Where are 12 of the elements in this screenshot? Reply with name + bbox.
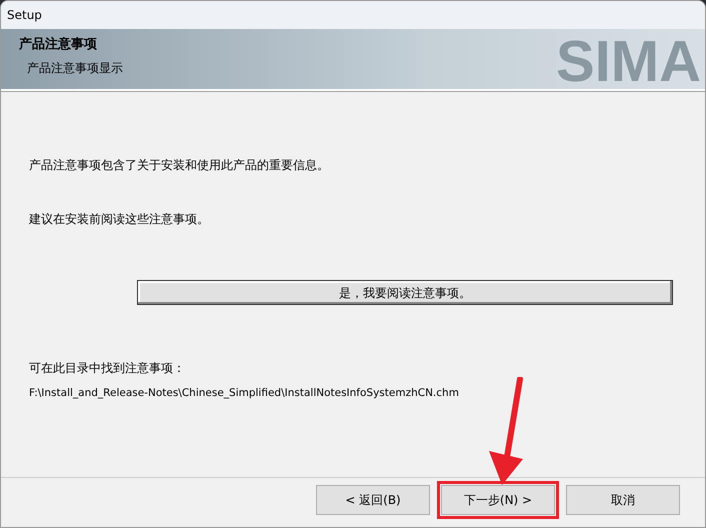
header-title: 产品注意事项	[19, 36, 98, 54]
header-subtitle: 产品注意事项显示	[27, 60, 124, 76]
window-title: Setup	[7, 7, 42, 24]
dialog-button[interactable]: < 返回(B)	[316, 484, 430, 514]
dialog-button[interactable]: 下一步(N) >	[441, 484, 555, 514]
read-notes-button[interactable]: 是，我要阅读注意事项。	[137, 280, 673, 305]
dialog-button[interactable]: 取消	[566, 484, 680, 514]
body-text: 产品注意事项包含了关于安装和使用此产品的重要信息。	[29, 157, 330, 174]
body-text: 建议在安装前阅读这些注意事项。	[29, 211, 210, 228]
location-label: 可在此目录中找到注意事项：	[29, 360, 186, 377]
file-path: F:\Install_and_Release-Notes\Chinese_Simplified\InstallNotesInfoSystemzhCN.chm	[29, 386, 460, 401]
logo-text: SIMA	[556, 33, 701, 89]
